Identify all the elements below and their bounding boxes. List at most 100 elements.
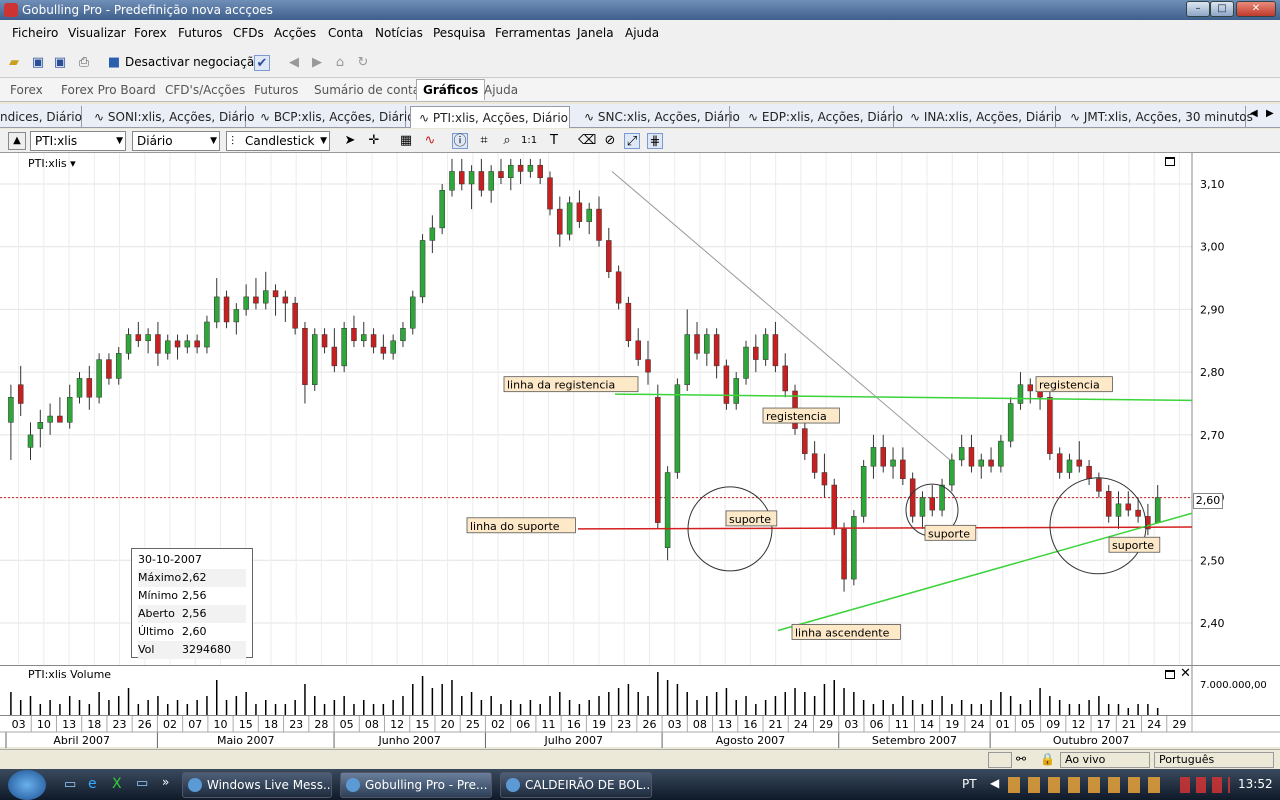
save-as-icon[interactable]: ▣ [52,55,68,71]
task-windows-live[interactable]: Windows Live Mess... [182,772,332,798]
crosshair-icon[interactable]: ✛ [366,133,382,149]
candle-body [586,208,592,222]
back-icon[interactable]: ◀ [286,55,302,71]
time-axis-svg: 03 10 13 18 23 26 02 07 10 15 18 23 28 05 08 12 15 20 25 02… [0,716,1280,748]
menu-pesquisa[interactable]: Pesquisa [433,26,486,40]
cursor-icon[interactable]: ➤ [342,133,358,149]
menu-accoes[interactable]: Acções [274,26,316,40]
text-tool-icon[interactable]: T [546,133,562,149]
quicklaunch-more-icon[interactable]: » [162,775,169,789]
tab-cfds-accoes[interactable]: CFD's/Acções [165,83,245,97]
forward-icon[interactable]: ▶ [309,55,325,71]
info-row-max: Máximo 2,62 [138,569,246,587]
menu-visualizar[interactable]: Visualizar [68,26,126,40]
menu-janela[interactable]: Janela [577,26,614,40]
chart-tab-indices[interactable]: ndices, Diário [0,106,82,128]
print-icon[interactable]: ⎙ [76,55,92,71]
tab-ajuda[interactable]: Ajuda [484,83,518,97]
window-switch-icon[interactable]: ▭ [136,776,148,791]
task-caldeirao[interactable]: CALDEIRÃO DE BOL... [500,772,652,798]
symbol-select[interactable]: PTI:xlis ▼ [30,131,126,151]
tray-expand-icon[interactable]: ◀ [990,776,999,790]
candlestick-icon: ⫶ [231,134,235,148]
info-icon[interactable]: ⓘ [452,133,468,149]
tab-forex[interactable]: Forex [10,83,43,97]
chart-tab-jmt[interactable]: ∿ JMT:xlis, Acções, 30 minutos [1060,106,1253,128]
language-status[interactable]: Português [1154,752,1274,768]
zoom-icon[interactable]: ⌕ [499,133,515,149]
collapse-icon[interactable]: ▲ [8,132,26,150]
chart-symbol-title[interactable]: PTI:xlis ▾ [28,157,76,170]
excel-icon[interactable]: X [112,776,122,792]
maximize-panel-icon[interactable] [1165,670,1175,679]
home-icon[interactable]: ⌂ [332,55,348,71]
volume-panel[interactable]: PTI:xlis Volume 7.000.000,00 ✕ [0,665,1280,716]
start-button[interactable] [8,770,46,800]
language-indicator[interactable]: PT [962,777,977,791]
candle-body [262,290,269,304]
open-folder-icon[interactable]: ▰ [6,55,22,71]
check-icon[interactable]: ✔ [254,55,270,71]
menu-ajuda[interactable]: Ajuda [625,26,659,40]
chart-tab-soni[interactable]: ∿ SONI:xlis, Acções, Diário [86,106,254,128]
system-tray-icons[interactable] [1008,777,1168,793]
trading-toggle-label[interactable]: Desactivar negociação [125,55,262,69]
chart-icon: ∿ [419,111,433,125]
resistance-label: registencia [762,407,840,424]
tab-scroll-right-icon[interactable]: ▶ [1266,108,1274,119]
status-bar: ⚯ 🔒 Ao vivo Português [0,749,1280,769]
chart-tab-pti[interactable]: ∿ PTI:xlis, Acções, Diário [410,106,570,128]
clock[interactable]: 13:52 [1238,777,1273,791]
trendline-icon[interactable]: ⤢ [624,133,640,149]
zoom-reset-icon[interactable]: 1:1 [521,133,537,149]
delete-drawings-icon[interactable]: ⊘ [602,133,618,149]
task-gobulling[interactable]: Gobulling Pro - Pre... [340,772,492,798]
tab-futuros[interactable]: Futuros [254,83,298,97]
candle-body [919,497,926,517]
style-select[interactable]: ⫶ Candlestick ▼ [226,131,330,151]
save-icon[interactable]: ▣ [30,55,46,71]
menu-ficheiro[interactable]: Ficheiro [12,26,58,40]
close-panel-icon[interactable]: ✕ [1180,666,1191,681]
candle-body [635,340,641,360]
menu-cfds[interactable]: CFDs [233,26,264,40]
show-desktop-icon[interactable]: ▭ [64,777,76,792]
period-select[interactable]: Diário ▼ [132,131,220,151]
candle-body [1027,384,1034,392]
day-tick-label: 13 [62,718,76,731]
chart-tab-edp[interactable]: ∿ EDP:xlis, Acções, Diário [734,106,903,128]
menu-forex[interactable]: Forex [134,26,167,40]
annotation-label-text: linha do suporte [470,520,560,533]
internet-explorer-icon[interactable]: e [88,776,97,792]
y-tick-label: 2,90 [1200,303,1225,316]
chart-tab-ina[interactable]: ∿ INA:xlis, Acções, Diário [898,106,1061,128]
menu-futuros[interactable]: Futuros [178,26,222,40]
tab-graficos[interactable]: Gráficos [416,79,486,100]
menu-ferramentas[interactable]: Ferramentas [495,26,571,40]
zoom-area-icon[interactable]: ⌗ [476,133,492,149]
candle-body [684,334,690,385]
chart-tab-snc[interactable]: ∿ SNC:xlis, Acções, Diário [574,106,740,128]
minimize-button[interactable]: – [1186,1,1210,17]
menu-noticias[interactable]: Notícias [375,26,423,40]
tab-forex-pro-board[interactable]: Forex Pro Board [61,83,156,97]
tab-scroll-left-icon[interactable]: ◀ [1250,108,1258,119]
tray-network-icons[interactable] [1180,777,1230,793]
indicator-icon[interactable]: ∿ [422,133,438,149]
connection-icon[interactable]: ⚯ [1016,752,1032,768]
maximize-button[interactable]: □ [1210,1,1234,17]
maximize-panel-icon[interactable] [1165,157,1175,166]
candle-body [243,296,249,310]
tab-sumario-conta[interactable]: Sumário de conta [314,83,420,97]
chart-tabs: ndices, Diário ∿ SONI:xlis, Acções, Diár… [0,104,1280,128]
menu-conta[interactable]: Conta [328,26,363,40]
month-tick-label: Junho 2007 [378,734,441,747]
refresh-icon[interactable]: ↻ [355,55,371,71]
grid-icon[interactable]: ▦ [398,133,414,149]
close-button[interactable]: ✕ [1236,1,1276,17]
eraser-icon[interactable]: ⌫ [578,133,596,149]
day-tick-label: 19 [592,718,606,731]
magnet-icon[interactable]: ⋕ [647,133,663,149]
chart-tab-bcp[interactable]: ∿ BCP:xlis, Acções, Diário [250,106,415,128]
chart-tab-label: SNC:xlis, Acções, Diário [597,110,740,124]
